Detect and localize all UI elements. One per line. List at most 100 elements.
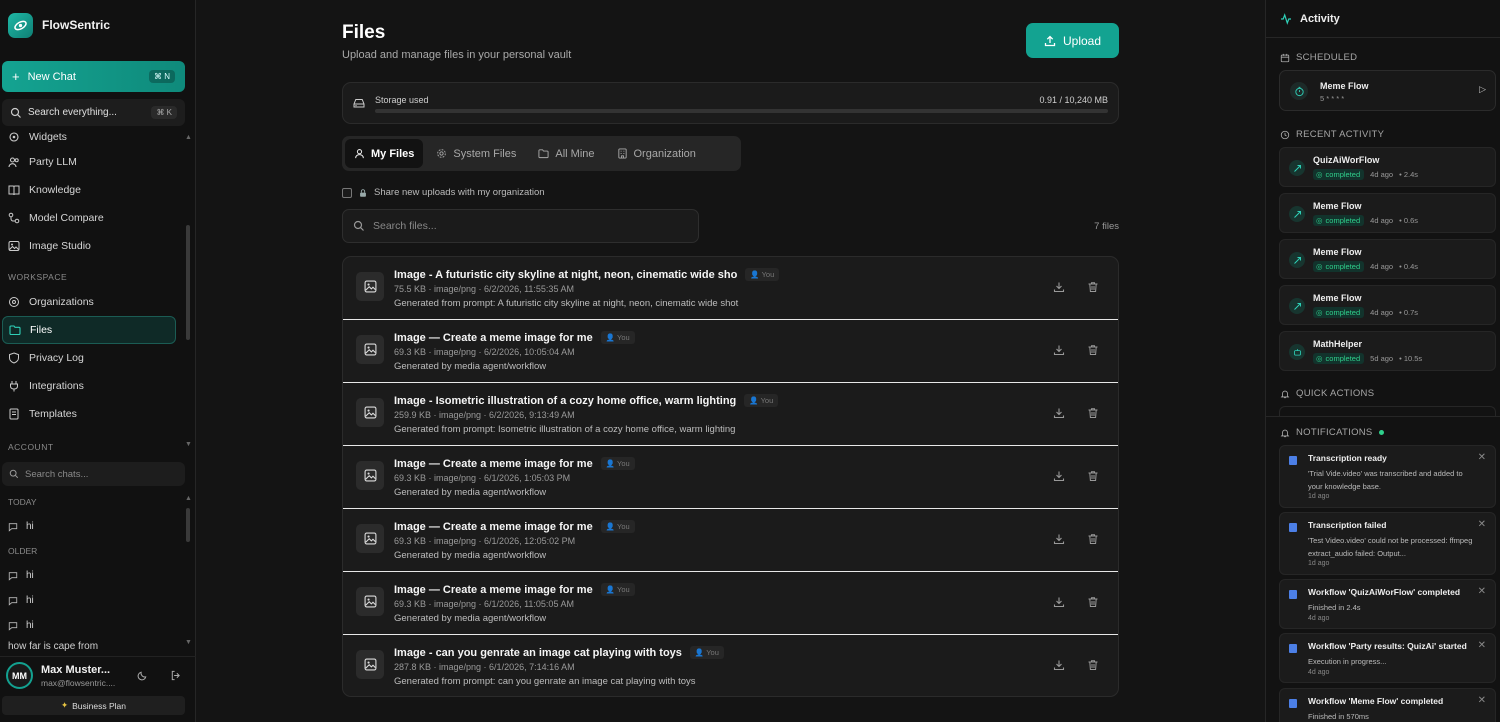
chat-item[interactable]: how far is cape from bbox=[0, 638, 186, 652]
plus-icon: + bbox=[12, 69, 20, 84]
upload-label: Upload bbox=[1062, 33, 1102, 48]
tab-system-files[interactable]: System Files bbox=[427, 139, 525, 168]
trash-icon[interactable] bbox=[1087, 533, 1099, 545]
activity-item[interactable]: MathHelper ◎ completed 5d ago • 10.5s bbox=[1279, 331, 1496, 371]
chat-item[interactable]: hi bbox=[0, 563, 186, 588]
share-label: Share new uploads with my organization bbox=[374, 187, 545, 198]
file-row[interactable]: Image — Create a meme image for me 👤 You … bbox=[343, 446, 1118, 509]
close-icon[interactable]: ✕ bbox=[1478, 519, 1486, 530]
file-row[interactable]: Image — Create a meme image for me 👤 You … bbox=[343, 320, 1118, 383]
brand[interactable]: FlowSentric bbox=[0, 0, 195, 50]
download-icon[interactable] bbox=[1053, 533, 1065, 545]
scroll-down-icon[interactable]: ▼ bbox=[185, 441, 192, 448]
check-circle-icon: ◎ bbox=[1316, 216, 1323, 225]
download-icon[interactable] bbox=[1053, 659, 1065, 671]
file-count: 7 files bbox=[1094, 221, 1119, 232]
file-row[interactable]: Image — Create a meme image for me 👤 You … bbox=[343, 572, 1118, 635]
plan-badge[interactable]: ✦ Business Plan bbox=[2, 696, 185, 715]
notification-item[interactable]: Transcription failed 'Test Video.video' … bbox=[1279, 512, 1496, 575]
scheduled-cron: 5 * * * * bbox=[1320, 94, 1345, 103]
chat-scroll-up-icon[interactable]: ▲ bbox=[185, 495, 192, 502]
play-icon[interactable]: ▷ bbox=[1479, 84, 1486, 95]
trash-icon[interactable] bbox=[1087, 596, 1099, 608]
sidebar-item-templates[interactable]: Templates bbox=[0, 400, 186, 428]
chat-item[interactable]: hi bbox=[0, 588, 186, 613]
check-circle-icon: ◎ bbox=[1316, 354, 1323, 363]
chat-scroll-down-icon[interactable]: ▼ bbox=[185, 639, 192, 646]
file-search-input[interactable]: Search files... bbox=[342, 209, 699, 243]
download-icon[interactable] bbox=[1053, 470, 1065, 482]
search-everything-button[interactable]: Search everything... ⌘ K bbox=[2, 99, 185, 126]
avatar[interactable]: MM bbox=[6, 662, 33, 689]
notification-item[interactable]: Workflow 'Party results: QuizAi' started… bbox=[1279, 633, 1496, 683]
tab-all-mine[interactable]: All Mine bbox=[529, 139, 603, 168]
close-icon[interactable]: ✕ bbox=[1478, 452, 1486, 463]
hard-drive-icon bbox=[353, 99, 365, 108]
close-icon[interactable]: ✕ bbox=[1478, 640, 1486, 651]
share-uploads-checkbox[interactable]: Share new uploads with my organization bbox=[342, 187, 545, 198]
activity-item[interactable]: Meme Flow ◎ completed 4d ago • 0.6s bbox=[1279, 193, 1496, 233]
close-icon[interactable]: ✕ bbox=[1478, 586, 1486, 597]
moon-icon[interactable] bbox=[137, 670, 148, 681]
download-icon[interactable] bbox=[1053, 281, 1065, 293]
upload-icon bbox=[1044, 35, 1056, 46]
download-icon[interactable] bbox=[1053, 344, 1065, 356]
activity-item[interactable]: QuizAiWorFlow ◎ completed 4d ago • 2.4s bbox=[1279, 147, 1496, 187]
notification-item[interactable]: Workflow 'QuizAiWorFlow' completed Finis… bbox=[1279, 579, 1496, 629]
scheduled-item[interactable]: Meme Flow 5 * * * * ▷ bbox=[1279, 70, 1496, 111]
download-icon[interactable] bbox=[1053, 596, 1065, 608]
scroll-up-icon[interactable]: ▲ bbox=[185, 134, 192, 141]
download-icon[interactable] bbox=[1053, 407, 1065, 419]
new-chat-button[interactable]: + New Chat ⌘ N bbox=[2, 61, 185, 92]
chat-search-input[interactable]: Search chats... bbox=[2, 462, 185, 486]
sidebar-item-files[interactable]: Files bbox=[2, 316, 176, 344]
activity-item[interactable]: Meme Flow ◎ completed 4d ago • 0.7s bbox=[1279, 285, 1496, 325]
activity-time: 4d ago bbox=[1370, 262, 1394, 271]
trash-icon[interactable] bbox=[1087, 344, 1099, 356]
sidebar-scrollbar[interactable] bbox=[186, 225, 190, 340]
logout-icon[interactable] bbox=[170, 670, 181, 681]
sidebar-item-party-llm[interactable]: Party LLM bbox=[0, 148, 186, 176]
document-icon bbox=[1289, 644, 1297, 653]
upload-button[interactable]: Upload bbox=[1026, 23, 1119, 58]
chat-item[interactable]: hi bbox=[0, 613, 186, 638]
tab-label: System Files bbox=[453, 147, 517, 160]
notification-item[interactable]: Transcription ready 'Trial Vide.video' w… bbox=[1279, 445, 1496, 508]
notification-item[interactable]: Workflow 'Meme Flow' completed Finished … bbox=[1279, 688, 1496, 722]
search-icon bbox=[9, 469, 19, 479]
file-row[interactable]: Image - A futuristic city skyline at nig… bbox=[343, 257, 1118, 320]
sidebar-item-model-compare[interactable]: Model Compare bbox=[0, 204, 186, 232]
trash-icon[interactable] bbox=[1087, 470, 1099, 482]
chat-bubble-icon bbox=[8, 571, 18, 581]
chat-item[interactable]: hi bbox=[0, 514, 186, 539]
quick-actions-section-label[interactable]: QUICK ACTIONS bbox=[1266, 388, 1388, 399]
sidebar-item-widgets[interactable]: Widgets bbox=[0, 126, 186, 148]
file-description: Generated from prompt: Isometric illustr… bbox=[394, 424, 736, 435]
trash-icon[interactable] bbox=[1087, 407, 1099, 419]
chat-title: hi bbox=[26, 620, 34, 631]
close-icon[interactable]: ✕ bbox=[1478, 695, 1486, 706]
sidebar-item-privacy-log[interactable]: Privacy Log bbox=[0, 344, 186, 372]
storage-value: 0.91 / 10,240 MB bbox=[1039, 95, 1108, 105]
chat-scrollbar[interactable] bbox=[186, 508, 190, 542]
tab-organization[interactable]: Organization bbox=[608, 139, 705, 168]
activity-item[interactable]: Meme Flow ◎ completed 4d ago • 0.4s bbox=[1279, 239, 1496, 279]
checkbox[interactable] bbox=[342, 187, 352, 198]
bot-icon bbox=[1289, 344, 1305, 360]
file-meta: 287.8 KB · image/png · 6/1/2026, 7:14:16… bbox=[394, 662, 575, 672]
sidebar-item-image-studio[interactable]: Image Studio bbox=[0, 232, 186, 260]
file-row[interactable]: Image - can you genrate an image cat pla… bbox=[343, 635, 1118, 696]
file-row[interactable]: Image - Isometric illustration of a cozy… bbox=[343, 383, 1118, 446]
trash-icon[interactable] bbox=[1087, 281, 1099, 293]
folder-icon bbox=[9, 325, 21, 336]
sidebar-item-organizations[interactable]: Organizations bbox=[0, 288, 186, 316]
file-title-row: Image — Create a meme image for me 👤 You bbox=[394, 520, 635, 533]
sidebar-item-integrations[interactable]: Integrations bbox=[0, 372, 186, 400]
recent-activity-section-label: RECENT ACTIVITY bbox=[1266, 129, 1398, 140]
sidebar-item-knowledge[interactable]: Knowledge bbox=[0, 176, 186, 204]
trash-icon[interactable] bbox=[1087, 659, 1099, 671]
notification-title: Workflow 'QuizAiWorFlow' completed bbox=[1308, 587, 1461, 597]
workflow-icon bbox=[1289, 298, 1305, 314]
file-row[interactable]: Image — Create a meme image for me 👤 You … bbox=[343, 509, 1118, 572]
tab-my-files[interactable]: My Files bbox=[345, 139, 424, 168]
